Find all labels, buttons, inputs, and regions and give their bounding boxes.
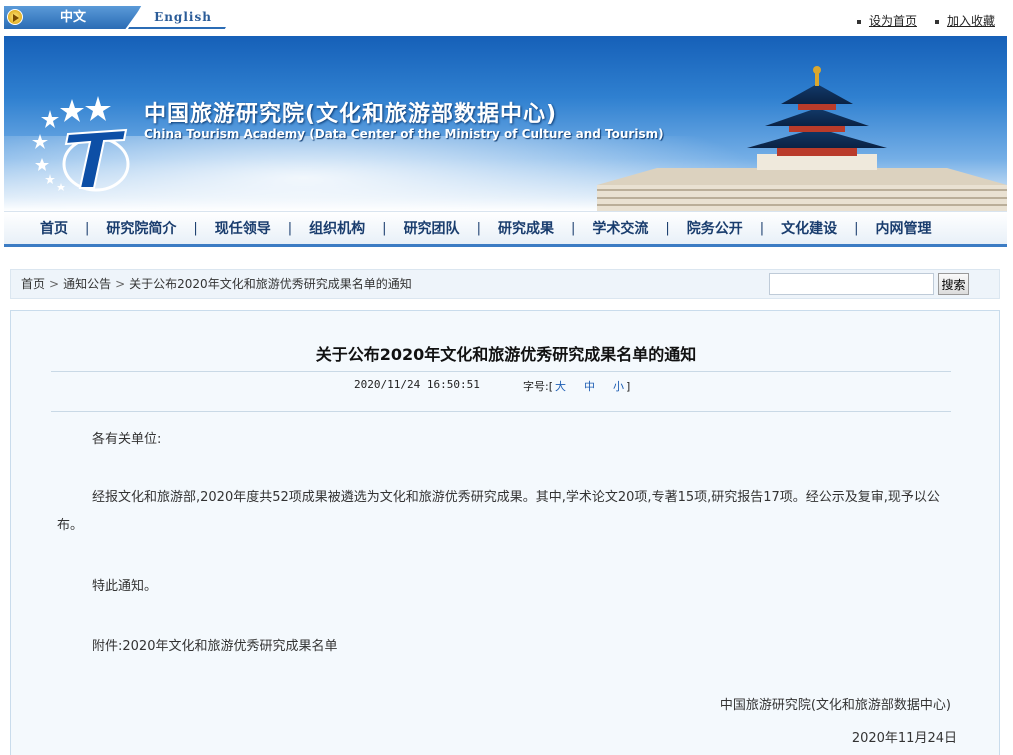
breadcrumb-current[interactable]: 关于公布2020年文化和旅游优秀研究成果名单的通知 (129, 277, 412, 291)
closing-line: 特此通知。 (92, 579, 158, 594)
main-nav: 首页 | 研究院简介 | 现任领导 | 组织机构 | 研究团队 | 研究成果 | 学术交流 |… (4, 211, 1007, 247)
top-bar: 中文 English 设为首页 加入收藏 (0, 0, 1013, 36)
lang-english-tab[interactable]: English (128, 6, 238, 29)
nav-separator: | (382, 220, 387, 236)
academy-name-cn: 中国旅游研究院(文化和旅游部数据中心) (144, 102, 558, 127)
nav-academic-exchange[interactable]: 学术交流 (592, 218, 648, 238)
bullet-icon (934, 19, 939, 24)
chevron-right-icon: > (115, 277, 126, 291)
font-size-small[interactable]: 小 (613, 380, 624, 393)
font-size-switcher: 字号:[大 中 小] (523, 378, 630, 394)
nav-affairs[interactable]: 院务公开 (687, 218, 743, 238)
signature-date: 2020年11月24日 (851, 731, 957, 746)
nav-intranet[interactable]: 内网管理 (876, 218, 932, 238)
header-banner: 中国旅游研究院(文化和旅游部数据中心) China Tourism Academ… (4, 36, 1007, 211)
main-paragraph: 经报文化和旅游部,2020年度共52项成果被遴选为文化和旅游优秀研究成果。其中,… (57, 490, 940, 533)
add-favorite-link[interactable]: 加入收藏 (947, 14, 995, 28)
greeting: 各有关单位: (92, 432, 162, 447)
signature: 中国旅游研究院(文化和旅游部数据中心) (719, 698, 951, 713)
nav-about[interactable]: 研究院简介 (106, 218, 176, 238)
publish-datetime: 2020/11/24 16:50:51 (354, 378, 480, 391)
font-size-label: 字号:[ (523, 380, 553, 393)
article-panel: 关于公布2020年文化和旅游优秀研究成果名单的通知 2020/11/24 16:… (10, 310, 1000, 755)
academy-logo-icon (32, 96, 130, 192)
article-title: 关于公布2020年文化和旅游优秀研究成果名单的通知 (315, 345, 697, 364)
font-size-large[interactable]: 大 (555, 380, 566, 393)
font-size-close: ] (626, 380, 631, 393)
set-home-item: 设为首页 (856, 12, 917, 29)
breadcrumb-section[interactable]: 通知公告 (63, 277, 111, 291)
nav-culture[interactable]: 文化建设 (781, 218, 837, 238)
nav-separator: | (193, 220, 198, 236)
nav-separator: | (570, 220, 576, 236)
lang-chinese-label: 中文 (59, 10, 86, 25)
top-links: 设为首页 加入收藏 (856, 12, 995, 29)
play-icon (7, 9, 23, 25)
temple-of-heaven-image (597, 66, 1007, 211)
divider (51, 411, 951, 412)
nav-separator: | (85, 220, 90, 236)
font-size-medium[interactable]: 中 (584, 380, 595, 393)
search-button[interactable]: 搜索 (938, 273, 969, 295)
nav-separator: | (476, 220, 481, 236)
nav-separator: | (287, 220, 293, 236)
attachment-line[interactable]: 附件:2020年文化和旅游优秀研究成果名单 (92, 633, 337, 661)
bullet-icon (856, 19, 861, 24)
chevron-right-icon: > (49, 277, 60, 291)
academy-name-en: China Tourism Academy (Data Center of th… (144, 127, 664, 141)
search-input[interactable] (769, 273, 934, 295)
divider (51, 371, 951, 372)
nav-leadership[interactable]: 现任领导 (215, 218, 271, 238)
set-home-link[interactable]: 设为首页 (869, 14, 917, 28)
nav-separator: | (665, 220, 670, 236)
nav-separator: | (759, 220, 765, 236)
lang-english-label: English (154, 10, 212, 24)
nav-research-team[interactable]: 研究团队 (404, 218, 460, 238)
nav-separator: | (854, 220, 859, 236)
nav-home[interactable]: 首页 (40, 218, 68, 238)
nav-research-results[interactable]: 研究成果 (498, 218, 554, 238)
breadcrumb-home[interactable]: 首页 (21, 277, 45, 291)
lang-chinese-tab[interactable]: 中文 (4, 6, 142, 29)
add-fav-item: 加入收藏 (934, 12, 995, 29)
nav-organization[interactable]: 组织机构 (309, 218, 365, 238)
